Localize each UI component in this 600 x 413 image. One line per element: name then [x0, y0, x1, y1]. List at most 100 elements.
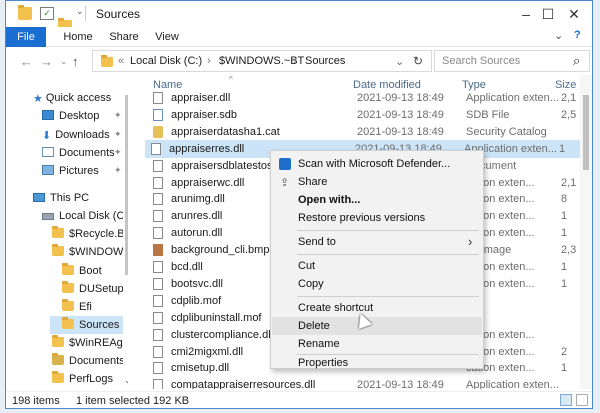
nav-winreagent[interactable]: $WinREAgent — [52, 334, 123, 352]
details-view-icon[interactable] — [560, 394, 572, 406]
tab-home[interactable]: Home — [60, 27, 96, 47]
file-date: 2021-09-13 18:49 — [357, 125, 444, 138]
star-icon: ★ — [33, 93, 43, 105]
file-name: cdplibuninstall.mof — [171, 311, 262, 324]
navigation-bar: ← → ⌄ ↑ « Local Disk (C:) › $WINDOWS.~BT… — [6, 47, 592, 75]
file-name: background_cli.bmp — [171, 244, 270, 257]
help-icon[interactable]: ? — [574, 29, 581, 41]
menu-open-with[interactable]: Open with... — [272, 191, 482, 209]
menu-scan-defender[interactable]: Scan with Microsoft Defender... — [272, 155, 482, 173]
menu-rename[interactable]: Rename — [272, 335, 482, 353]
dll-file-icon — [153, 176, 163, 189]
file-type: SDB File — [466, 108, 510, 121]
desktop-icon — [42, 110, 54, 120]
file-size: 1 — [561, 277, 568, 290]
menu-delete[interactable]: Delete — [272, 317, 482, 335]
dll-file-icon — [153, 193, 163, 206]
address-bar[interactable]: « Local Disk (C:) › $WINDOWS.~BT › Sourc… — [92, 50, 432, 72]
nav-scrollbar[interactable] — [123, 75, 128, 389]
file-row[interactable]: appraiser.sdb 2021-09-13 18:49 SDB File 2,5 — [147, 106, 592, 124]
file-name: appraiser.dll — [171, 92, 231, 104]
nav-downloads[interactable]: ⬇ Downloads — [42, 126, 123, 144]
file-name: appraiser.sdb — [171, 108, 238, 121]
file-name: appraiserres.dll — [169, 142, 245, 155]
nav-scroll-thumb[interactable] — [125, 95, 128, 275]
close-button[interactable]: ✕ — [554, 1, 592, 27]
folder-icon — [52, 244, 64, 256]
nav-scroll-down-icon[interactable]: ⌄ — [124, 375, 128, 386]
properties-check-icon[interactable]: ✓ — [40, 7, 54, 20]
nav-pictures[interactable]: Pictures — [42, 162, 123, 180]
nav-windows-bt[interactable]: $WINDOWS.~E — [52, 243, 123, 261]
dll-file-icon — [151, 142, 161, 155]
file-row[interactable]: compatappraiserresources.dll 2021-09-13 1… — [147, 376, 592, 389]
defender-icon — [279, 158, 291, 170]
context-menu: Scan with Microsoft Defender... ⇪ Share … — [270, 150, 484, 369]
nav-perflogs[interactable]: PerfLogs — [52, 370, 123, 388]
folder-icon — [18, 5, 32, 20]
nav-documents[interactable]: Documents — [42, 144, 123, 162]
nav-sources[interactable]: Sources — [50, 316, 123, 334]
menu-send-to[interactable]: Send to › — [272, 233, 482, 251]
menu-properties[interactable]: Properties — [272, 354, 482, 372]
tab-file[interactable]: File — [6, 27, 46, 47]
nav-local-disk[interactable]: Local Disk (C:) — [42, 207, 123, 225]
pin-icon: ✦ — [114, 147, 122, 157]
file-name: arunimg.dll — [171, 193, 225, 206]
menu-create-shortcut[interactable]: Create shortcut — [272, 299, 482, 317]
nav-recycle-bin[interactable]: $Recycle.Bin — [52, 225, 123, 243]
breadcrumb-separator-icon[interactable]: › — [207, 55, 211, 67]
breadcrumb-overflow[interactable]: « — [118, 55, 124, 67]
tab-view[interactable]: View — [151, 27, 183, 47]
address-dropdown-icon[interactable]: ⌄ — [395, 55, 404, 68]
file-name: bootsvc.dll — [171, 277, 223, 290]
file-name: cdplib.mof — [171, 294, 222, 307]
status-bar: 198 items 1 item selected 192 KB — [6, 391, 592, 408]
breadcrumb-windows-bt[interactable]: $WINDOWS.~BT — [219, 55, 304, 67]
nav-efi[interactable]: Efi — [62, 298, 123, 316]
file-scrollbar[interactable] — [580, 75, 592, 389]
ribbon-expand-icon[interactable]: ⌄ — [554, 29, 563, 42]
quick-access-dropdown-icon[interactable]: ⌄ — [76, 6, 84, 17]
documents-icon — [42, 147, 54, 157]
dll-file-icon — [153, 277, 163, 290]
dll-file-icon — [153, 379, 163, 389]
menu-share[interactable]: ⇪ Share — [272, 173, 482, 191]
menu-copy[interactable]: Copy — [272, 275, 482, 293]
tab-share[interactable]: Share — [106, 27, 142, 47]
search-input[interactable]: Search Sources ⌕ — [434, 50, 590, 72]
folder-shortcut-icon — [52, 353, 64, 365]
nav-quick-access[interactable]: ★ Quick access — [33, 89, 123, 107]
file-row[interactable]: appraiser.dll 2021-09-13 18:49 Application… — [147, 89, 592, 107]
sort-indicator-icon: ^ — [229, 75, 233, 84]
breadcrumb-separator-icon[interactable]: › — [293, 55, 297, 67]
menu-restore-versions[interactable]: Restore previous versions — [272, 209, 482, 227]
up-icon[interactable]: ↑ — [72, 54, 79, 69]
nav-documents-and[interactable]: Documents an — [52, 352, 123, 370]
nav-desktop[interactable]: Desktop — [42, 107, 123, 125]
file-row[interactable]: appraiserdatasha1.cat 2021-09-13 18:49 Sec… — [147, 123, 592, 141]
file-type: Security Catalog — [466, 125, 547, 138]
folder-icon — [62, 299, 74, 311]
dll-file-icon — [153, 362, 163, 375]
bmp-file-icon — [153, 244, 163, 257]
breadcrumb-local-disk[interactable]: Local Disk (C:) — [130, 55, 202, 67]
nav-boot[interactable]: Boot — [62, 262, 123, 280]
back-icon[interactable]: ← — [20, 54, 33, 69]
menu-cut[interactable]: Cut — [272, 257, 482, 275]
search-icon: ⌕ — [573, 53, 581, 68]
ribbon: File Home Share View ⌄ ? — [6, 27, 592, 47]
large-icons-view-icon[interactable] — [576, 394, 588, 406]
nav-this-pc[interactable]: This PC — [33, 189, 123, 207]
nav-dusetupsanc[interactable]: DUSetupSanc — [62, 280, 123, 298]
breadcrumb-sources[interactable]: Sources — [305, 55, 345, 67]
pin-icon: ✦ — [114, 129, 122, 139]
refresh-icon[interactable]: ↻ — [413, 54, 423, 68]
file-size: 2,1 — [561, 92, 577, 104]
forward-icon[interactable]: → — [40, 54, 53, 69]
menu-separator — [297, 296, 479, 297]
recent-locations-icon[interactable]: ⌄ — [60, 56, 68, 67]
pin-icon: ✦ — [114, 165, 122, 175]
cat-file-icon — [153, 125, 163, 138]
file-scroll-thumb[interactable] — [583, 95, 589, 170]
